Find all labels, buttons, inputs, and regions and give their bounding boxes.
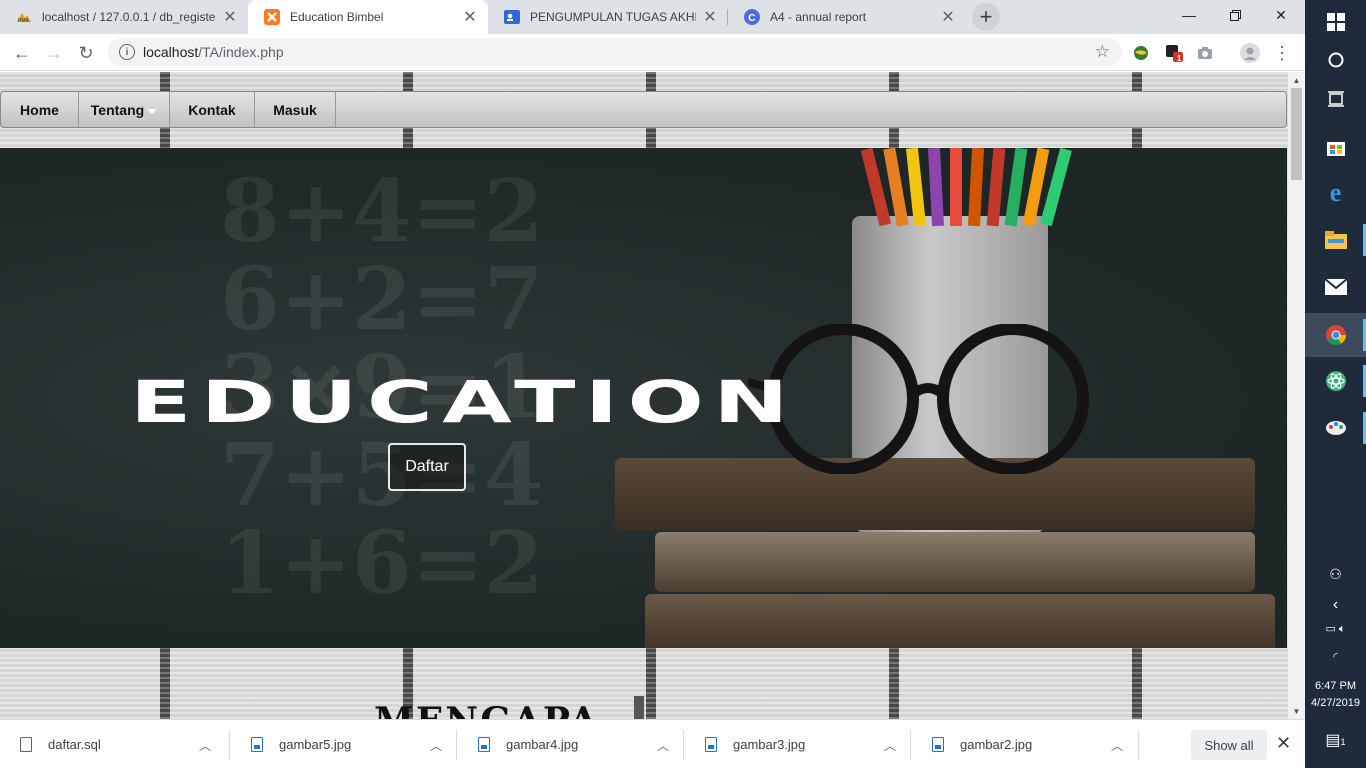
url-text[interactable]: localhost/TA/index.php xyxy=(143,44,284,60)
people-icon[interactable]: ⚇ xyxy=(1305,566,1366,583)
mail-icon[interactable] xyxy=(1305,265,1366,309)
chevron-up-icon[interactable]: ︿ xyxy=(199,737,211,754)
daftar-button[interactable]: Daftar xyxy=(388,443,466,491)
download-item[interactable]: gambar5.jpg ︿ xyxy=(231,720,458,768)
divider-bar xyxy=(634,696,644,719)
close-tab-icon[interactable]: ✕ xyxy=(222,7,238,27)
address-bar[interactable]: i localhost/TA/index.php ☆ xyxy=(108,38,1122,66)
tab-pengumpulan[interactable]: PENGUMPULAN TUGAS AKHIR W ✕ xyxy=(488,0,728,34)
download-filename: daftar.sql xyxy=(48,737,101,752)
profile-avatar-icon[interactable] xyxy=(1236,39,1264,67)
windows-taskbar: e ⚇ ‹ ▭ 🔈︎ ◜ 6:47 PM 4/27/2019 ▤1 xyxy=(1305,0,1366,768)
section-title: MENGAPA xyxy=(374,700,599,719)
minimize-icon[interactable]: — xyxy=(1166,0,1212,30)
camera-icon[interactable] xyxy=(1191,39,1219,67)
new-tab-button[interactable]: + xyxy=(972,3,1000,31)
download-filename: gambar3.jpg xyxy=(733,737,806,752)
close-tab-icon[interactable]: ✕ xyxy=(462,7,478,27)
page-viewport: Home Tentang Kontak Masuk 8+4=2 6+2=7 3×9=… xyxy=(0,72,1288,719)
svg-text:PMA: PMA xyxy=(18,18,30,23)
clock-time[interactable]: 6:47 PM xyxy=(1305,680,1366,692)
nav-masuk[interactable]: Masuk xyxy=(255,92,336,127)
browser-toolbar: ← → ↻ i localhost/TA/index.php ☆ 1 ⋮ xyxy=(0,34,1305,71)
download-filename: gambar5.jpg xyxy=(279,737,352,752)
menu-kebab-icon[interactable]: ⋮ xyxy=(1268,39,1296,67)
nav-home[interactable]: Home xyxy=(1,92,79,127)
show-all-button[interactable]: Show all xyxy=(1191,730,1267,760)
form-icon xyxy=(504,9,520,25)
tab-annual-report[interactable]: C A4 - annual report ✕ xyxy=(728,0,966,34)
chrome-taskbar-icon[interactable] xyxy=(1305,313,1366,357)
edge-icon[interactable]: e xyxy=(1305,171,1366,215)
chevron-up-icon[interactable]: ︿ xyxy=(884,737,896,754)
xampp-icon xyxy=(264,9,280,25)
chevron-up-icon[interactable]: ︿ xyxy=(1111,737,1123,754)
task-view-icon[interactable] xyxy=(1305,77,1366,121)
svg-text:C: C xyxy=(748,13,755,24)
tab-title: Education Bimbel xyxy=(290,10,384,24)
file-icon xyxy=(20,737,32,752)
dropdown-caret-icon xyxy=(147,108,158,114)
canva-icon: C xyxy=(744,9,760,25)
close-window-icon[interactable]: ✕ xyxy=(1258,0,1304,30)
download-item[interactable]: gambar4.jpg ︿ xyxy=(458,720,685,768)
atom-icon[interactable] xyxy=(1305,359,1366,403)
clock-date[interactable]: 4/27/2019 xyxy=(1305,697,1366,709)
download-filename: gambar4.jpg xyxy=(506,737,579,752)
image-file-icon xyxy=(478,737,490,752)
close-shelf-icon[interactable]: ✕ xyxy=(1276,733,1291,754)
tab-education-bimbel[interactable]: Education Bimbel ✕ xyxy=(248,0,488,34)
phpmyadmin-icon: PMA xyxy=(16,9,32,25)
image-file-icon xyxy=(932,737,944,752)
chevron-up-icon[interactable]: ︿ xyxy=(657,737,669,754)
books-image xyxy=(615,458,1275,648)
image-file-icon xyxy=(251,737,263,752)
file-explorer-icon[interactable] xyxy=(1305,218,1366,262)
tab-title: localhost / 127.0.0.1 / db_register xyxy=(42,10,216,24)
extension-globe-icon[interactable] xyxy=(1127,39,1155,67)
close-tab-icon[interactable]: ✕ xyxy=(702,7,718,27)
nav-tentang[interactable]: Tentang xyxy=(79,92,170,127)
extension-badge-count: 1 xyxy=(1177,54,1182,63)
chevron-left-icon[interactable]: ‹ xyxy=(1305,596,1366,614)
reload-icon[interactable]: ↻ xyxy=(72,39,100,67)
scroll-down-icon[interactable]: ▼ xyxy=(1288,703,1305,719)
extension-badge-icon[interactable]: 1 xyxy=(1160,39,1188,67)
download-filename: gambar2.jpg xyxy=(960,737,1033,752)
scrollbar-thumb[interactable] xyxy=(1291,88,1302,180)
back-icon[interactable]: ← xyxy=(8,39,36,67)
glasses-image xyxy=(748,324,1089,474)
hero-banner: 8+4=26+2=73×9=17+5=41+6=2 EDUCATION xyxy=(0,148,1287,648)
tab-title: A4 - annual report xyxy=(770,10,867,24)
download-item[interactable]: gambar3.jpg ︿ xyxy=(685,720,912,768)
action-center-icon[interactable]: ▤1 xyxy=(1305,730,1366,750)
hero-title: EDUCATION xyxy=(130,368,798,436)
paint-icon[interactable] xyxy=(1305,406,1366,450)
cortana-icon[interactable] xyxy=(1305,38,1366,82)
store-icon[interactable] xyxy=(1305,125,1366,169)
close-tab-icon[interactable]: ✕ xyxy=(940,7,956,27)
wifi-icon[interactable]: ◜ xyxy=(1305,650,1366,663)
scroll-up-icon[interactable]: ▲ xyxy=(1288,72,1305,88)
bookmark-star-icon[interactable]: ☆ xyxy=(1095,42,1110,62)
tab-title: PENGUMPULAN TUGAS AKHIR W xyxy=(530,10,696,24)
download-item[interactable]: gambar2.jpg ︿ xyxy=(912,720,1139,768)
download-item[interactable]: daftar.sql ︿ xyxy=(0,720,227,768)
image-file-icon xyxy=(705,737,717,752)
tab-phpmyadmin[interactable]: PMA localhost / 127.0.0.1 / db_register … xyxy=(0,0,248,34)
site-navbar: Home Tentang Kontak Masuk xyxy=(0,91,1287,128)
page-scrollbar[interactable]: ▲ ▼ xyxy=(1288,72,1305,719)
info-icon[interactable]: i xyxy=(119,44,135,60)
nav-kontak[interactable]: Kontak xyxy=(170,92,255,127)
download-shelf: daftar.sql ︿ gambar5.jpg ︿ gambar4.jpg ︿… xyxy=(0,719,1305,768)
restore-icon[interactable] xyxy=(1212,0,1258,30)
tab-strip: PMA localhost / 127.0.0.1 / db_register … xyxy=(0,0,1305,34)
forward-icon[interactable]: → xyxy=(40,39,68,67)
chevron-up-icon[interactable]: ︿ xyxy=(430,737,442,754)
battery-volume-icon[interactable]: ▭ 🔈︎ xyxy=(1305,622,1366,636)
